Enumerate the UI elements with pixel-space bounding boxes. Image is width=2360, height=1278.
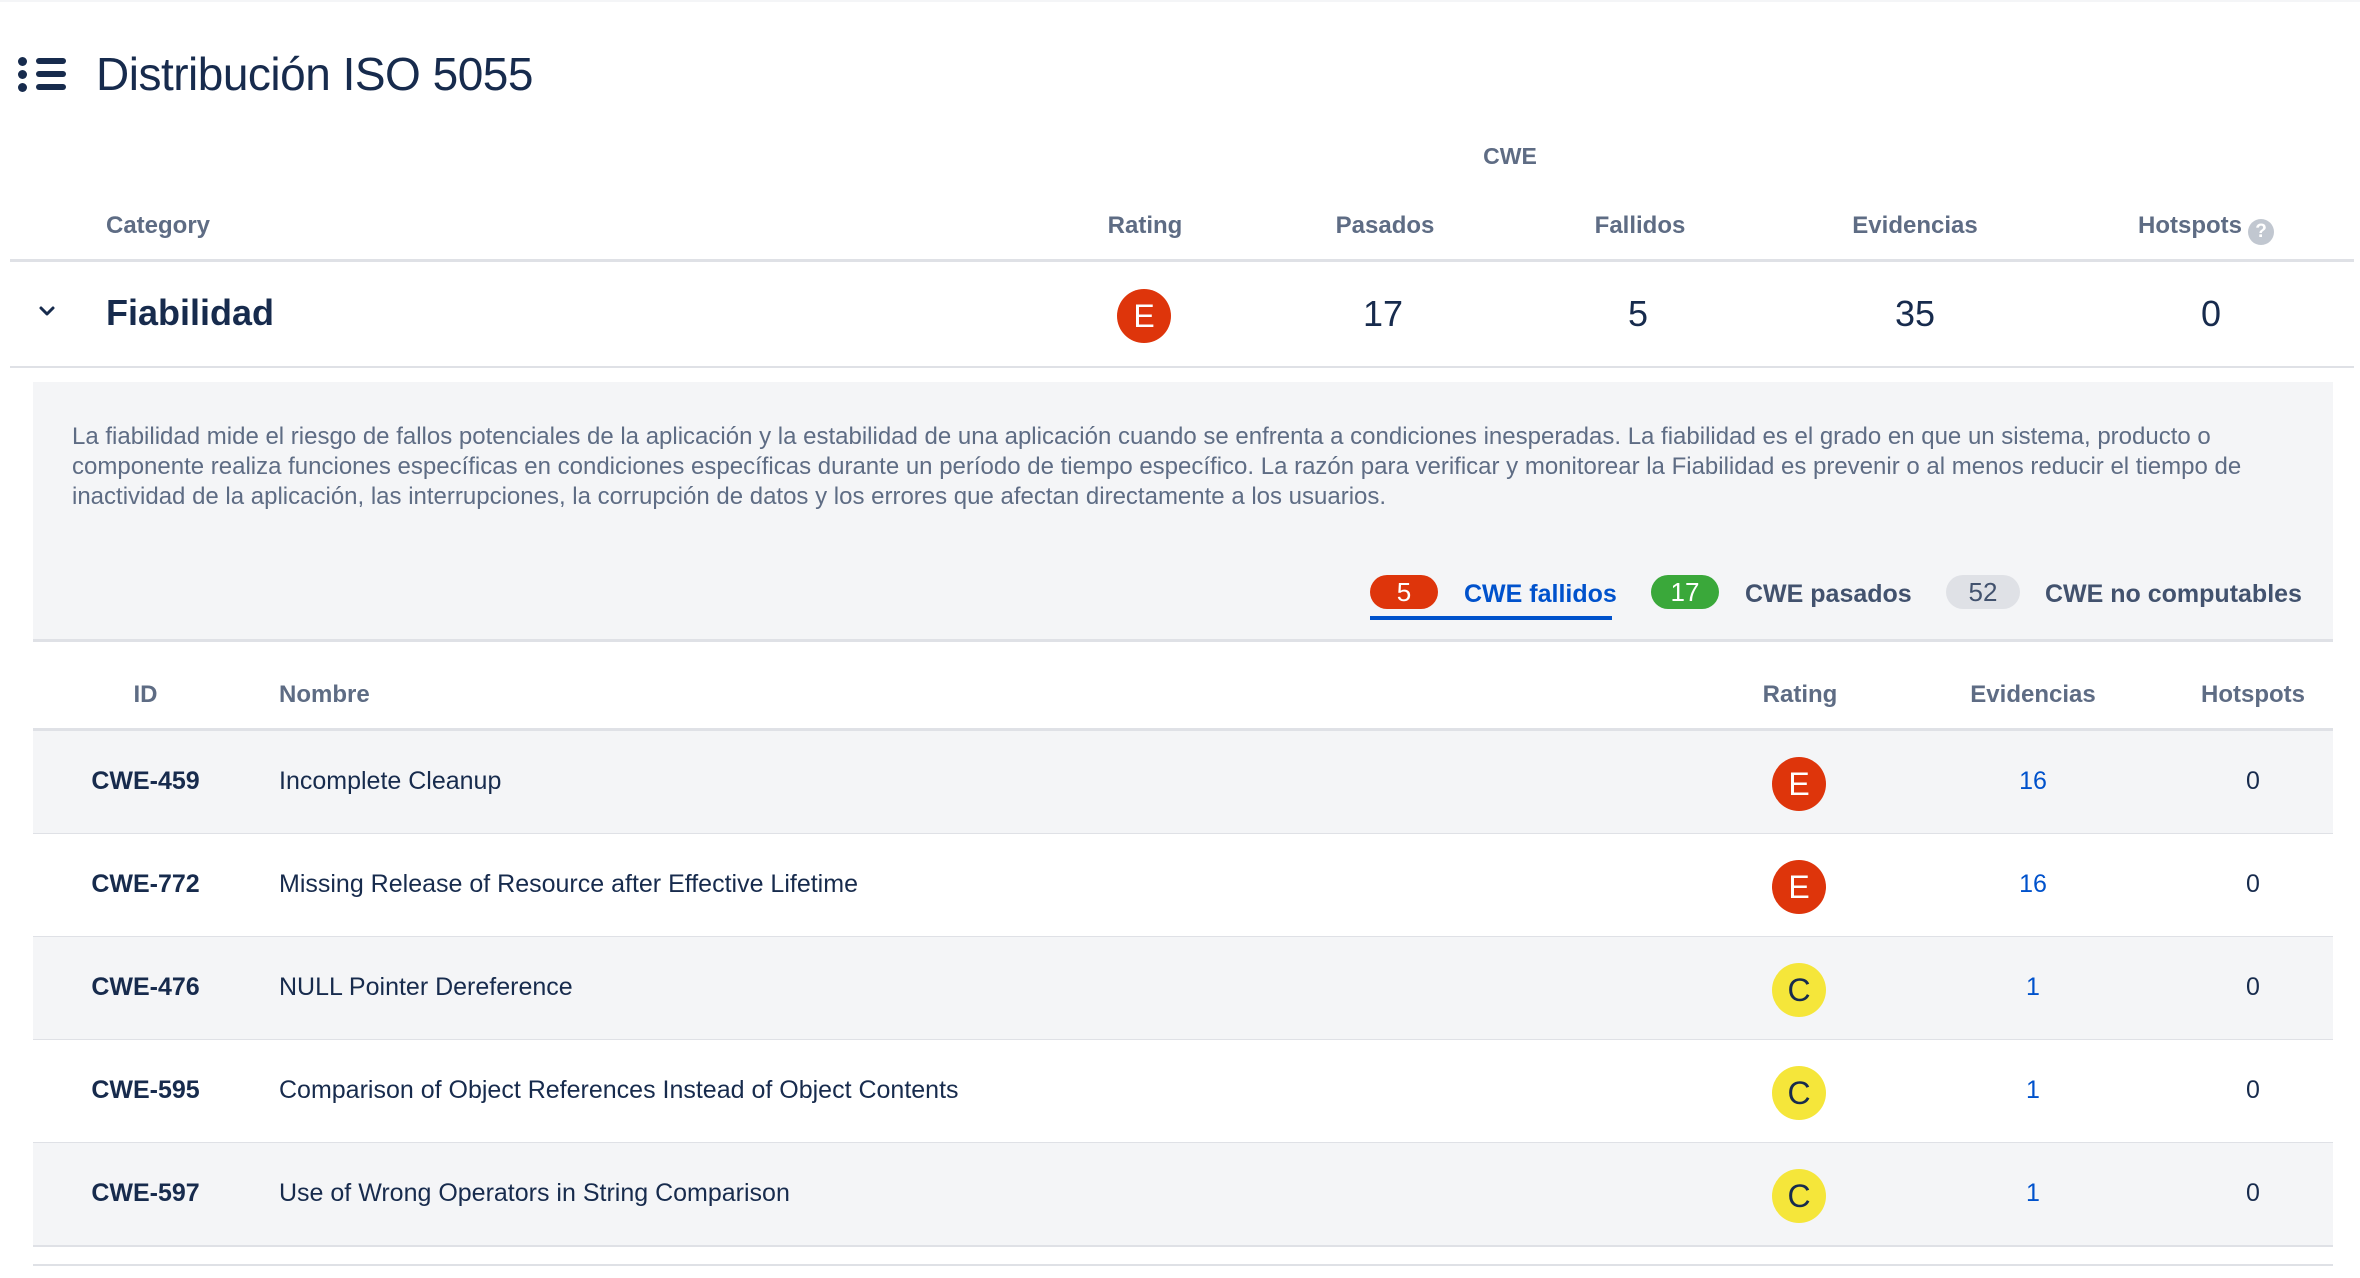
rating-badge: C	[1772, 1169, 1826, 1223]
category-pasados: 17	[1362, 293, 1404, 334]
category-name[interactable]: Fiabilidad	[106, 292, 274, 334]
cwe-name: Use of Wrong Operators in String Compari…	[279, 1179, 790, 1207]
evidencias-link[interactable]: 1	[1953, 1076, 2113, 1105]
column-header-rating: Rating	[1107, 212, 1183, 239]
category-description: La fiabilidad mide el riesgo de fallos p…	[72, 423, 2242, 510]
cwe-id: CWE-595	[91, 1076, 200, 1104]
table-header-evidencias: Evidencias	[1970, 681, 2096, 708]
help-icon[interactable]: ?	[2248, 219, 2274, 245]
cwe-id: CWE-772	[91, 870, 200, 898]
header-divider	[10, 259, 2354, 262]
tab-cwe-fallidos[interactable]: CWE fallidos	[1464, 580, 1617, 609]
chevron-down-icon[interactable]	[36, 300, 58, 322]
hotspots-value: 0	[2246, 870, 2260, 898]
table-bottom-divider	[33, 1264, 2333, 1266]
category-evidencias: 35	[1894, 293, 1936, 334]
top-border	[0, 0, 2360, 2]
category-rating-badge: E	[1117, 289, 1171, 343]
table-row[interactable]: CWE-595 Comparison of Object References …	[33, 1040, 2333, 1144]
table-row[interactable]: CWE-597 Use of Wrong Operators in String…	[33, 1143, 2333, 1247]
category-hotspots: 0	[2200, 293, 2222, 334]
list-icon[interactable]	[18, 53, 66, 95]
column-header-pasados: Pasados	[1335, 212, 1435, 239]
page-title: Distribución ISO 5055	[96, 48, 533, 100]
tab-not-computable-count[interactable]: 52	[1946, 575, 2020, 609]
cwe-name: Incomplete Cleanup	[279, 767, 502, 795]
evidencias-link[interactable]: 1	[1953, 973, 2113, 1002]
cwe-name: NULL Pointer Dereference	[279, 973, 573, 1001]
category-fallidos: 5	[1627, 293, 1649, 334]
hotspots-value: 0	[2246, 973, 2260, 1001]
rating-badge: C	[1772, 1066, 1826, 1120]
active-tab-indicator	[1370, 616, 1612, 620]
rating-badge: C	[1772, 963, 1826, 1017]
hotspots-value: 0	[2246, 767, 2260, 795]
hotspots-value: 0	[2246, 1076, 2260, 1104]
cwe-group-header: CWE	[1483, 143, 1537, 169]
rating-badge: E	[1772, 860, 1826, 914]
table-header-nombre: Nombre	[279, 681, 370, 708]
table-row[interactable]: CWE-476 NULL Pointer Dereference C 1 0	[33, 937, 2333, 1041]
cwe-id: CWE-597	[91, 1179, 200, 1207]
evidencias-link[interactable]: 1	[1953, 1179, 2113, 1208]
table-row[interactable]: CWE-459 Incomplete Cleanup E 16 0	[33, 731, 2333, 835]
tab-cwe-no-computables[interactable]: CWE no computables	[2045, 580, 2302, 609]
hotspots-value: 0	[2246, 1179, 2260, 1207]
page-header: Distribución ISO 5055	[18, 44, 533, 104]
table-header-id: ID	[133, 681, 158, 708]
table-header-hotspots: Hotspots	[2201, 681, 2305, 708]
column-header-category: Category	[106, 212, 211, 239]
rating-badge: E	[1772, 757, 1826, 811]
cwe-id: CWE-476	[91, 973, 200, 1001]
evidencias-link[interactable]: 16	[1953, 767, 2113, 796]
column-header-fallidos: Fallidos	[1594, 212, 1686, 239]
evidencias-link[interactable]: 16	[1953, 870, 2113, 899]
column-header-hotspots: Hotspots?	[2138, 212, 2274, 245]
cwe-id: CWE-459	[91, 767, 200, 795]
table-row[interactable]: CWE-772 Missing Release of Resource afte…	[33, 834, 2333, 938]
tab-cwe-pasados[interactable]: CWE pasados	[1745, 580, 1912, 609]
table-header-rating: Rating	[1762, 681, 1838, 708]
cwe-name: Missing Release of Resource after Effect…	[279, 870, 858, 898]
hotspots-label: Hotspots	[2138, 212, 2242, 239]
category-divider	[10, 366, 2354, 368]
tab-passed-count[interactable]: 17	[1651, 575, 1719, 609]
column-header-evidencias: Evidencias	[1852, 212, 1978, 239]
tab-failed-count[interactable]: 5	[1370, 575, 1438, 609]
cwe-name: Comparison of Object References Instead …	[279, 1076, 959, 1104]
